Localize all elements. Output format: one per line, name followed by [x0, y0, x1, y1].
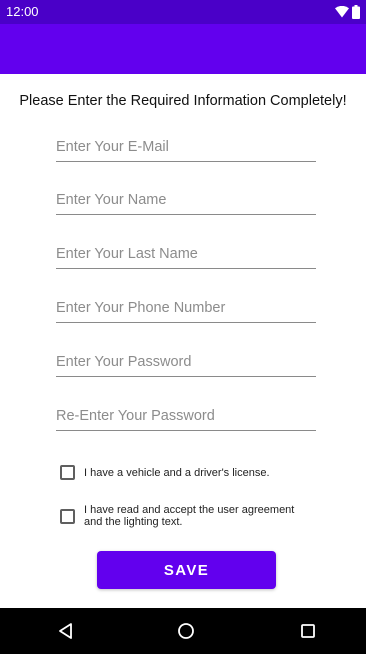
confirm-password-field[interactable] [56, 402, 316, 431]
user-agreement-label-line1: I have read and accept the user agreemen… [84, 504, 295, 516]
battery-icon [352, 5, 360, 19]
app-bar [0, 24, 366, 74]
status-time: 12:00 [6, 4, 39, 19]
phone-number-field[interactable] [56, 294, 316, 323]
page-heading: Please Enter the Required Information Co… [19, 93, 347, 109]
email-field[interactable] [56, 133, 316, 162]
status-icons [335, 4, 360, 20]
home-icon[interactable] [176, 621, 196, 641]
wifi-icon [335, 6, 349, 18]
status-bar: 12:00 [0, 0, 366, 24]
vehicle-license-checkbox[interactable] [60, 465, 75, 480]
user-agreement-checkbox[interactable] [60, 508, 75, 524]
user-agreement-checkbox-row[interactable]: I have read and accept the user agreemen… [60, 504, 294, 528]
vehicle-license-checkbox-row[interactable]: I have a vehicle and a driver's license. [60, 465, 270, 480]
name-field[interactable] [56, 186, 316, 215]
password-field[interactable] [56, 348, 316, 377]
vehicle-license-label: I have a vehicle and a driver's license. [84, 466, 270, 479]
user-agreement-label: I have read and accept the user agreemen… [84, 504, 294, 528]
recents-icon[interactable] [298, 621, 318, 641]
user-agreement-label-line2: and the lighting text. [84, 516, 183, 528]
back-icon[interactable] [56, 621, 76, 641]
save-button[interactable]: SAVE [97, 551, 276, 589]
last-name-field[interactable] [56, 240, 316, 269]
navigation-bar [0, 608, 366, 654]
